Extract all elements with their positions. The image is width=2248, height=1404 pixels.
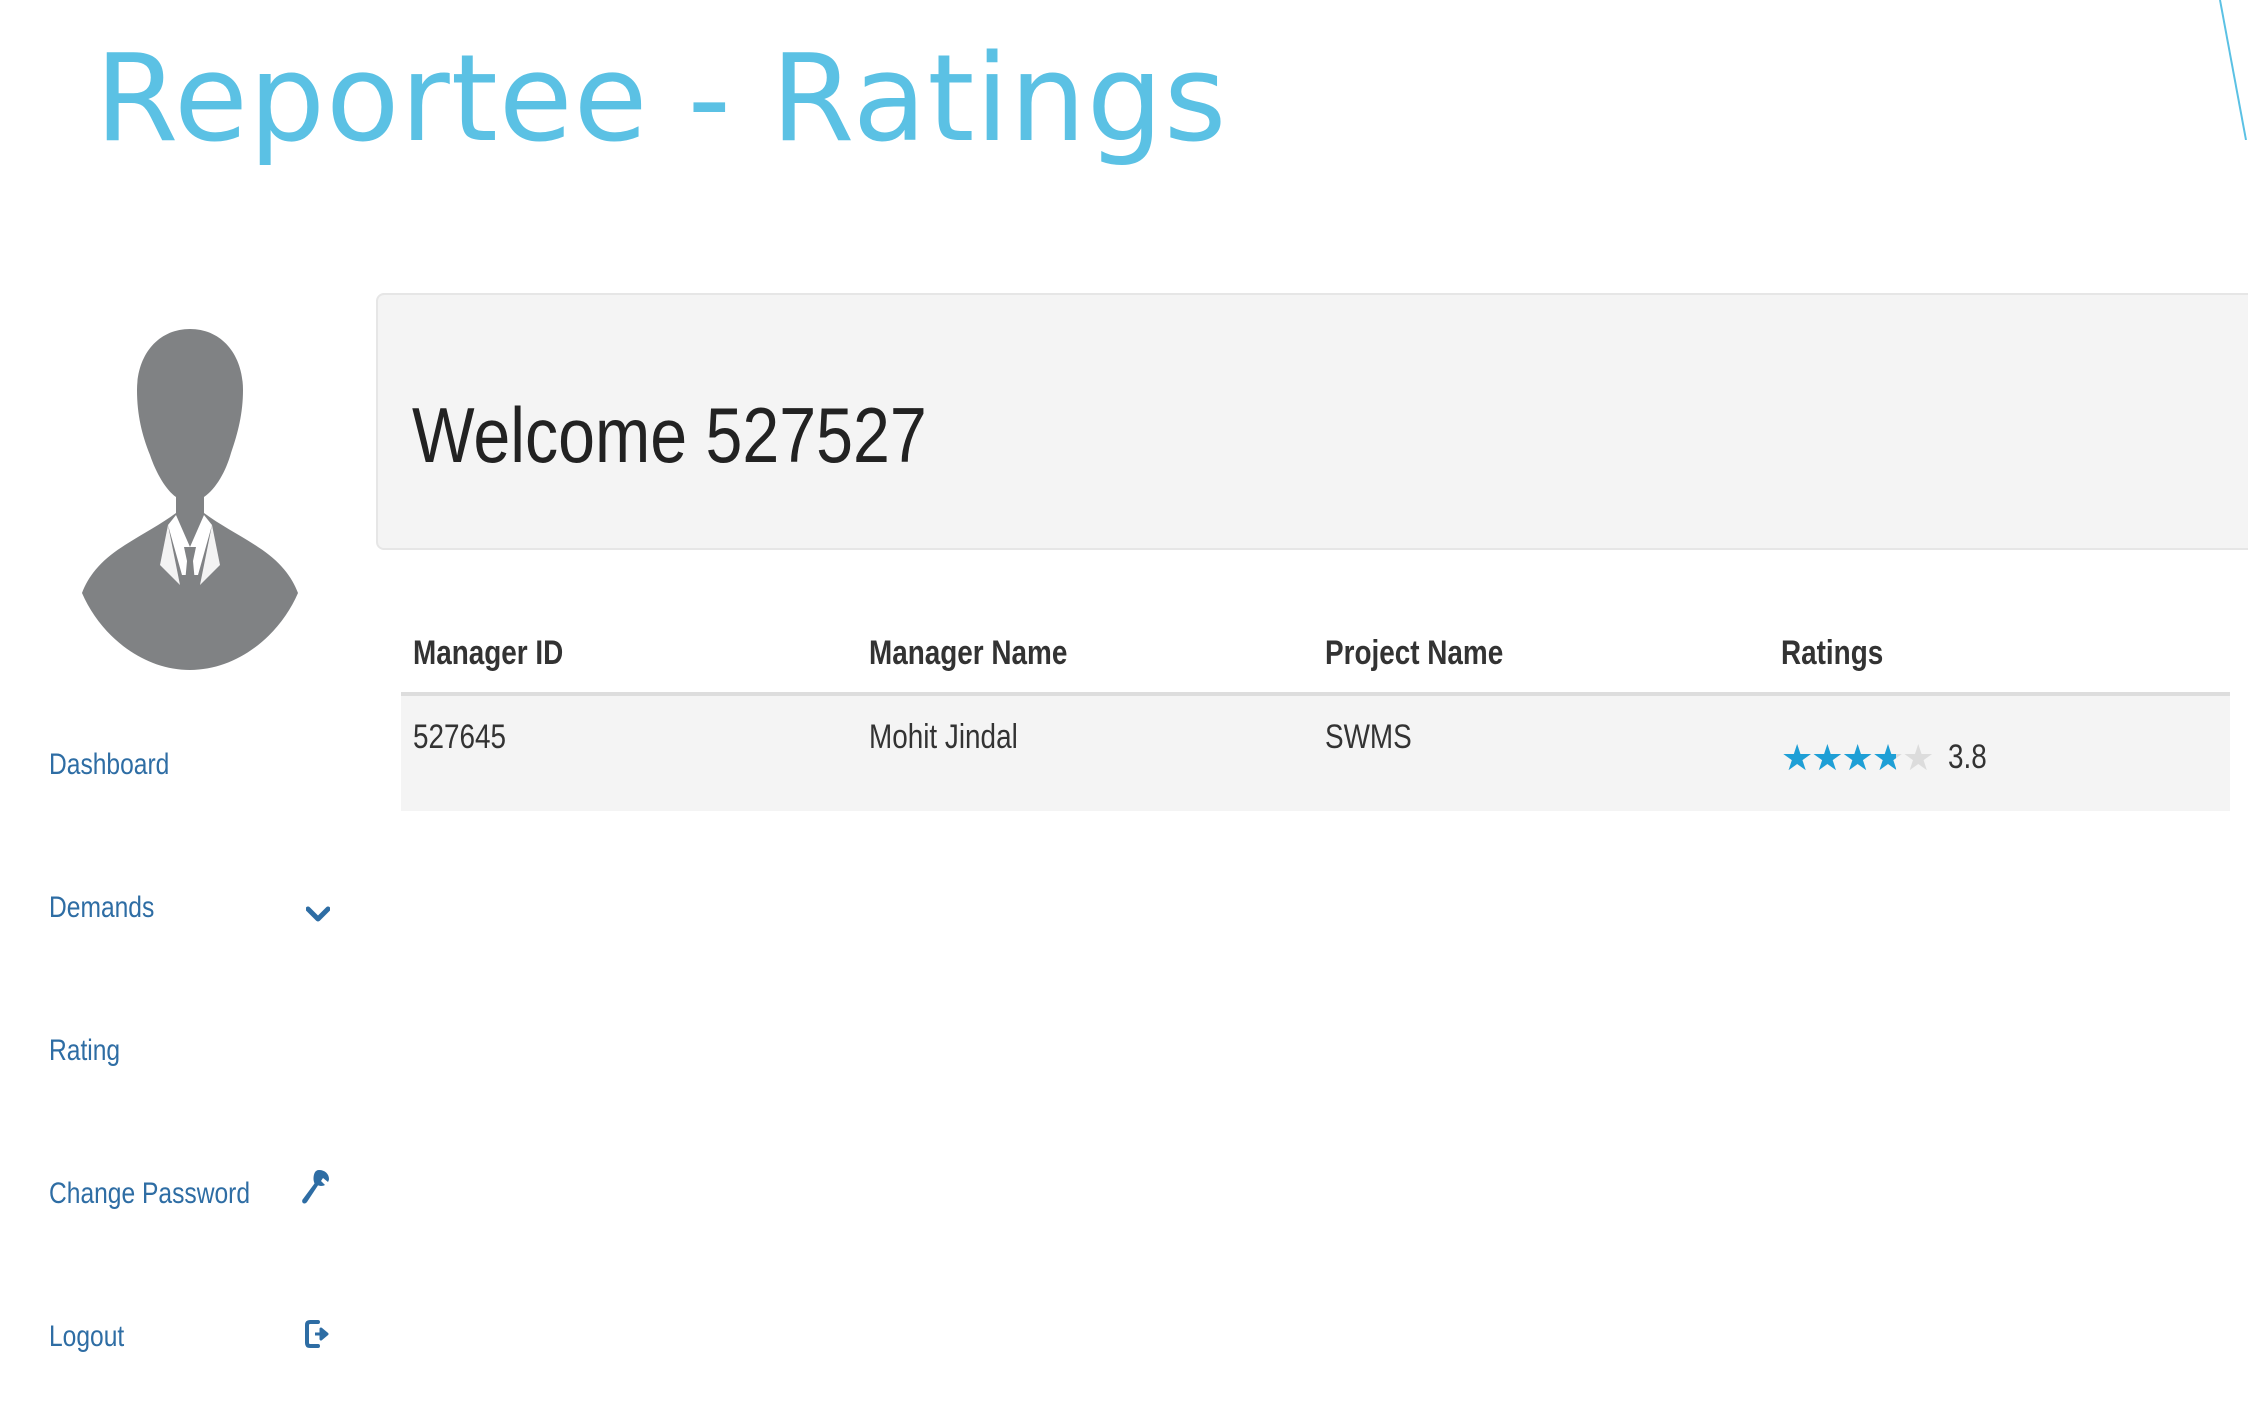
logout-icon[interactable] [303,1319,333,1349]
sidebar-item-label: Demands [49,891,155,924]
star-rating-fill: ★★★★★ [1781,739,1897,776]
sidebar-item-demands[interactable]: Demands [49,878,339,938]
avatar [80,325,300,675]
welcome-panel: Welcome 527527 [376,293,2248,550]
table-header-row: Manager ID Manager Name Project Name Rat… [401,615,2230,696]
column-header-project-name: Project Name [1313,615,1769,696]
cell-manager-id: 527645 [413,718,507,756]
sidebar-item-dashboard[interactable]: Dashboard [49,735,339,795]
slide-title: Reportee - Ratings [95,30,1228,169]
sidebar-item-label: Dashboard [49,748,170,781]
column-header-manager-name: Manager Name [857,615,1313,696]
user-silhouette-icon [82,329,298,670]
slide: Reportee - Ratings Dashboard Demands Rat… [0,0,2248,1404]
sidebar-item-label: Rating [49,1034,121,1067]
sidebar-item-label: Change Password [49,1177,251,1210]
sidebar-item-change-password[interactable]: Change Password [49,1164,339,1224]
table-row: 527645 Mohit Jindal SWMS ★★★★★ ★★★★★ 3.8 [401,694,2230,811]
column-header-ratings: Ratings [1769,615,2230,696]
column-header-manager-id: Manager ID [401,615,857,696]
corner-decoration [2219,0,2247,140]
sidebar-item-logout[interactable]: Logout [49,1307,339,1367]
welcome-heading: Welcome 527527 [412,391,927,479]
sidebar-item-rating[interactable]: Rating [49,1021,339,1081]
star-rating: ★★★★★ ★★★★★ [1781,736,1934,778]
wrench-icon[interactable] [301,1170,331,1204]
ratings-table: Manager ID Manager Name Project Name Rat… [401,615,2230,811]
cell-rating: ★★★★★ ★★★★★ 3.8 [1769,694,2230,811]
cell-manager-name: Mohit Jindal [869,718,1018,756]
cell-project-name: SWMS [1325,718,1412,756]
sidebar-item-label: Logout [49,1320,125,1353]
rating-value: 3.8 [1948,738,1988,776]
chevron-down-icon[interactable] [303,900,333,930]
